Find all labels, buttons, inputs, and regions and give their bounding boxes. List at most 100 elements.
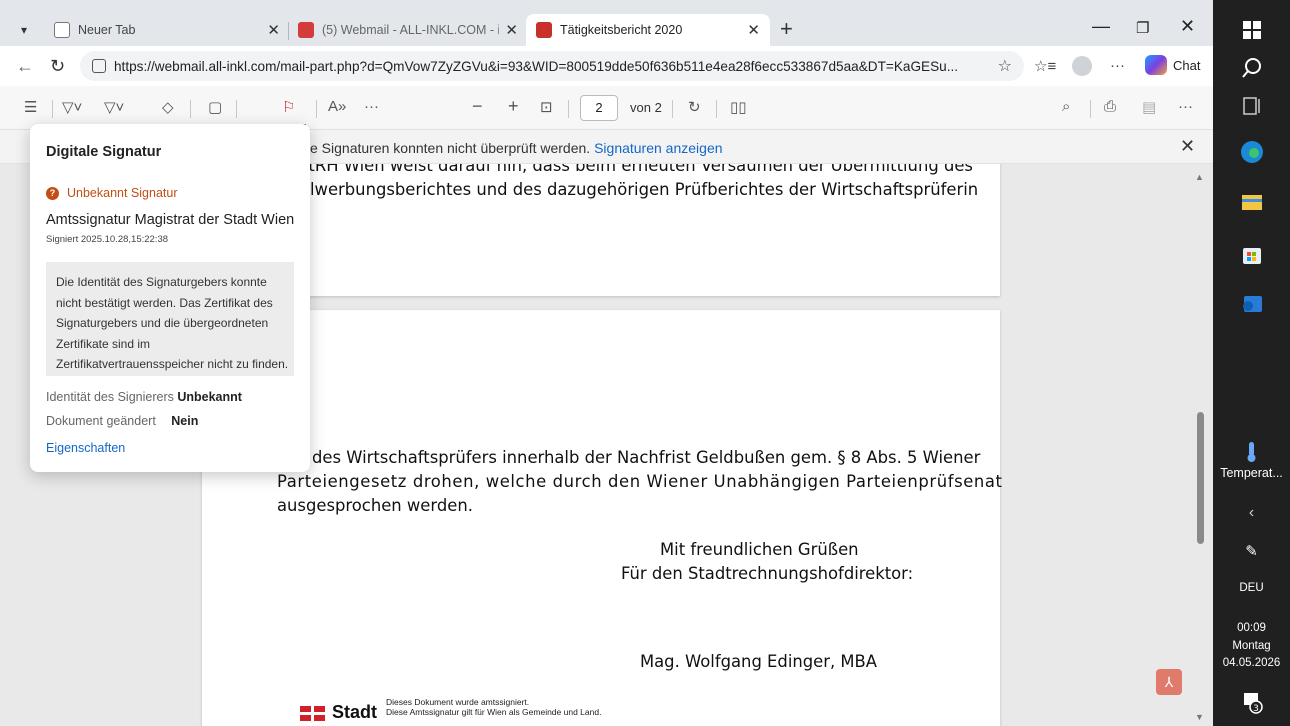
document-changed-row: Dokument geändert Nein — [46, 414, 198, 428]
close-tab-icon[interactable]: ✕ — [267, 21, 280, 39]
wien-logo-icon — [300, 706, 326, 722]
scroll-down-icon[interactable]: ▼ — [1195, 712, 1204, 722]
page-total-label: von 2 — [630, 100, 662, 115]
info-line: Die Identität des Signaturgebers konnte — [56, 275, 267, 289]
changed-value: Nein — [171, 414, 199, 428]
identity-info-box: Die Identität des Signaturgebers konnte … — [46, 262, 294, 376]
stamp-text: Dieses Dokument wurde amtssigniert. — [386, 697, 530, 707]
identity-label: Identität des Signierers — [46, 390, 174, 404]
search-icon[interactable] — [1240, 56, 1264, 80]
new-tab-plus-icon[interactable]: + — [780, 16, 793, 42]
copilot-chat-button[interactable]: Chat — [1145, 55, 1200, 75]
clock-weekday[interactable]: Montag — [1213, 640, 1290, 652]
identity-value: Unbekannt — [177, 390, 242, 404]
draw-icon[interactable]: ▽˅ — [104, 98, 124, 116]
zoom-out-icon[interactable]: − — [472, 96, 483, 117]
clock-time[interactable]: 00:09 — [1213, 622, 1290, 634]
chat-label: Chat — [1173, 57, 1201, 73]
store-icon[interactable] — [1240, 242, 1264, 266]
more-tools-icon[interactable]: ··· — [364, 98, 379, 115]
close-window-icon[interactable]: ✕ — [1180, 16, 1195, 37]
info-line: Zertifikatvertrauensspeicher nicht zu fi… — [56, 357, 289, 371]
restore-icon[interactable]: ❐ — [1136, 19, 1149, 37]
signature-warning-message: e Signaturen konnten nicht überprüft wer… — [310, 140, 591, 156]
pdf-page-2: des Wirtschaftsprüfers innerhalb der Nac… — [202, 310, 1003, 726]
weather-label[interactable]: Temperat... — [1213, 466, 1290, 480]
pdf-more-icon[interactable]: ··· — [1178, 98, 1193, 115]
signature-icon[interactable]: ⚐ — [282, 98, 295, 116]
edge-icon[interactable] — [1240, 140, 1264, 164]
copilot-icon — [1145, 55, 1167, 75]
url-field[interactable]: https://webmail.all-inkl.com/mail-part.p… — [80, 51, 1024, 81]
read-aloud-icon[interactable]: A» — [328, 98, 346, 115]
doc-line: lwerbungsberichtes und des dazugehörigen… — [310, 180, 979, 199]
properties-link[interactable]: Eigenschaften — [46, 441, 125, 455]
tab-label: Neuer Tab — [78, 23, 136, 37]
rotate-icon[interactable]: ↻ — [688, 98, 701, 116]
more-menu-icon[interactable]: ··· — [1110, 57, 1125, 74]
text-box-icon[interactable]: ▢ — [208, 98, 222, 116]
eraser-icon[interactable]: ◇ — [162, 98, 174, 116]
stamp-text: Diese Amtssignatur gilt für Wien als Gem… — [386, 707, 602, 717]
tab-webmail[interactable]: (5) Webmail - ALL-INKL.COM - info ✕ — [288, 14, 528, 46]
signature-status: ? Unbekannt Signatur — [46, 186, 178, 200]
back-icon[interactable]: ← — [16, 56, 34, 77]
fit-to-width-icon[interactable]: ⊡ — [540, 98, 553, 116]
notification-count: 3 — [1253, 704, 1259, 714]
outlook-icon[interactable] — [1240, 292, 1264, 316]
pen-icon[interactable]: ✎ — [1213, 542, 1290, 560]
table-of-contents-icon[interactable]: ☰ — [24, 98, 37, 116]
close-infobar-icon[interactable]: ✕ — [1180, 136, 1195, 157]
question-icon: ? — [46, 186, 59, 200]
tab-new-tab[interactable]: Neuer Tab ✕ — [44, 14, 290, 46]
zoom-in-icon[interactable]: + — [508, 96, 519, 117]
favorite-star-icon[interactable]: ☆ — [998, 56, 1012, 76]
tab-taetigkeitsbericht[interactable]: Tätigkeitsbericht 2020 ✕ — [526, 14, 770, 46]
digital-signature-panel: Digitale Signatur ? Unbekannt Signatur A… — [30, 124, 310, 472]
info-line: Signaturgebers und die übergeordneten — [56, 316, 269, 330]
identity-row: Identität des Signierers Unbekannt — [46, 390, 242, 404]
notification-icon[interactable]: 3 — [1240, 690, 1264, 714]
task-view-icon[interactable] — [1240, 94, 1264, 118]
show-signatures-link[interactable]: Signaturen anzeigen — [594, 140, 722, 156]
logo-text: Stadt — [332, 702, 377, 722]
tab-label: (5) Webmail - ALL-INKL.COM - info — [322, 23, 500, 37]
favorites-list-icon[interactable]: ☆≡ — [1034, 57, 1056, 75]
signer-name: Amtssignatur Magistrat der Stadt Wien — [46, 212, 295, 228]
doc-line: des Wirtschaftsprüfers innerhalb der Nac… — [312, 448, 981, 467]
info-line: Zertifikate sind im — [56, 336, 151, 351]
scroll-up-icon[interactable]: ▲ — [1195, 172, 1204, 182]
status-text: Unbekannt Signatur — [67, 186, 178, 200]
tab-bar: ▾ Neuer Tab ✕ (5) Webmail - ALL-INKL.COM… — [0, 0, 1213, 46]
profile-avatar[interactable] — [1072, 56, 1092, 76]
language-indicator[interactable]: DEU — [1213, 582, 1290, 594]
acrobat-icon[interactable]: ⅄ — [1156, 669, 1182, 695]
search-icon[interactable]: ⌕ — [1062, 98, 1070, 115]
page-number-input[interactable]: 2 — [580, 95, 618, 121]
weather-thermometer-icon[interactable] — [1240, 440, 1264, 464]
save-icon[interactable]: ▤ — [1142, 98, 1156, 116]
new-tab-icon — [54, 22, 70, 38]
close-tab-icon[interactable]: ✕ — [747, 21, 760, 39]
doc-line: Parteiengesetz drohen, welche durch den … — [277, 472, 1003, 491]
windows-start-icon[interactable] — [1240, 18, 1264, 42]
scrollbar-thumb[interactable] — [1197, 412, 1204, 544]
site-info-icon[interactable] — [92, 59, 106, 73]
signature-warning-text: e Signaturen konnten nicht überprüft wer… — [310, 140, 723, 156]
browser-window: ▾ Neuer Tab ✕ (5) Webmail - ALL-INKL.COM… — [0, 0, 1213, 726]
clock-date[interactable]: 04.05.2026 — [1213, 657, 1290, 669]
pdf-page-1: StRH Wien weist darauf hin, dass beim er… — [202, 164, 1000, 296]
close-tab-icon[interactable]: ✕ — [505, 21, 518, 39]
refresh-icon[interactable]: ↻ — [50, 56, 65, 77]
print-icon[interactable]: ⎙ — [1104, 98, 1116, 115]
tab-label: Tätigkeitsbericht 2020 — [560, 23, 683, 37]
page-view-icon[interactable]: ▯▯ — [730, 98, 747, 116]
show-hidden-icons-chevron-icon[interactable]: ‹ — [1213, 504, 1290, 522]
file-explorer-icon[interactable] — [1240, 190, 1264, 214]
signed-date: Signiert 2025.10.28,15:22:38 — [46, 234, 169, 245]
highlight-icon[interactable]: ▽˅ — [62, 98, 82, 116]
minimize-icon[interactable]: — — [1092, 16, 1110, 37]
address-bar: ← ↻ https://webmail.all-inkl.com/mail-pa… — [0, 46, 1213, 86]
tab-actions-chevron-icon[interactable]: ▾ — [12, 18, 36, 42]
info-line: nicht bestätigt werden. Das Zertifikat d… — [56, 295, 273, 310]
